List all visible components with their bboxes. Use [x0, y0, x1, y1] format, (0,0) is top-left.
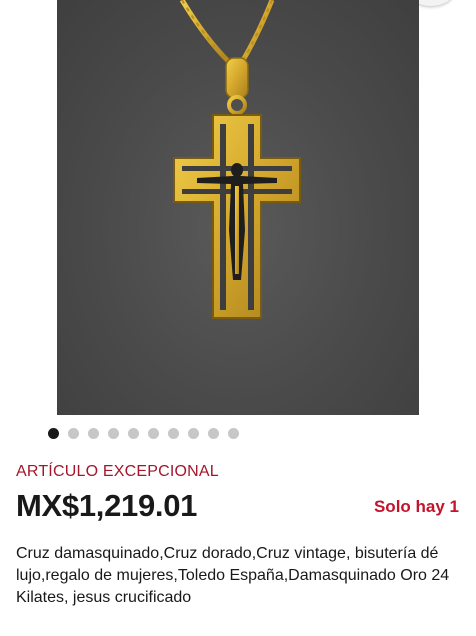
gallery-dot-1[interactable] — [47, 428, 59, 439]
gallery-dot-2[interactable] — [67, 428, 79, 439]
gallery-dot-6[interactable] — [147, 428, 159, 439]
price: MX$1,219.01 — [16, 488, 198, 523]
gallery-dot-3[interactable] — [87, 428, 99, 439]
gallery-dot-4[interactable] — [107, 428, 119, 439]
gallery-dot-8[interactable] — [187, 428, 199, 439]
product-photo[interactable] — [57, 0, 419, 415]
gallery-dot-9[interactable] — [207, 428, 219, 439]
exceptional-item-badge: ARTÍCULO EXCEPCIONAL — [16, 463, 219, 480]
cross-pendant-image — [173, 0, 301, 319]
gallery-dot-5[interactable] — [127, 428, 139, 439]
gallery-pagination[interactable] — [0, 428, 380, 440]
listing-title: Cruz damasquinado,Cruz dorado,Cruz vinta… — [16, 545, 450, 606]
gallery-dot-10[interactable] — [227, 428, 239, 439]
image-gallery[interactable] — [0, 0, 476, 420]
gallery-dot-7[interactable] — [167, 428, 179, 439]
stock-availability: Solo hay 1 — [373, 497, 459, 516]
